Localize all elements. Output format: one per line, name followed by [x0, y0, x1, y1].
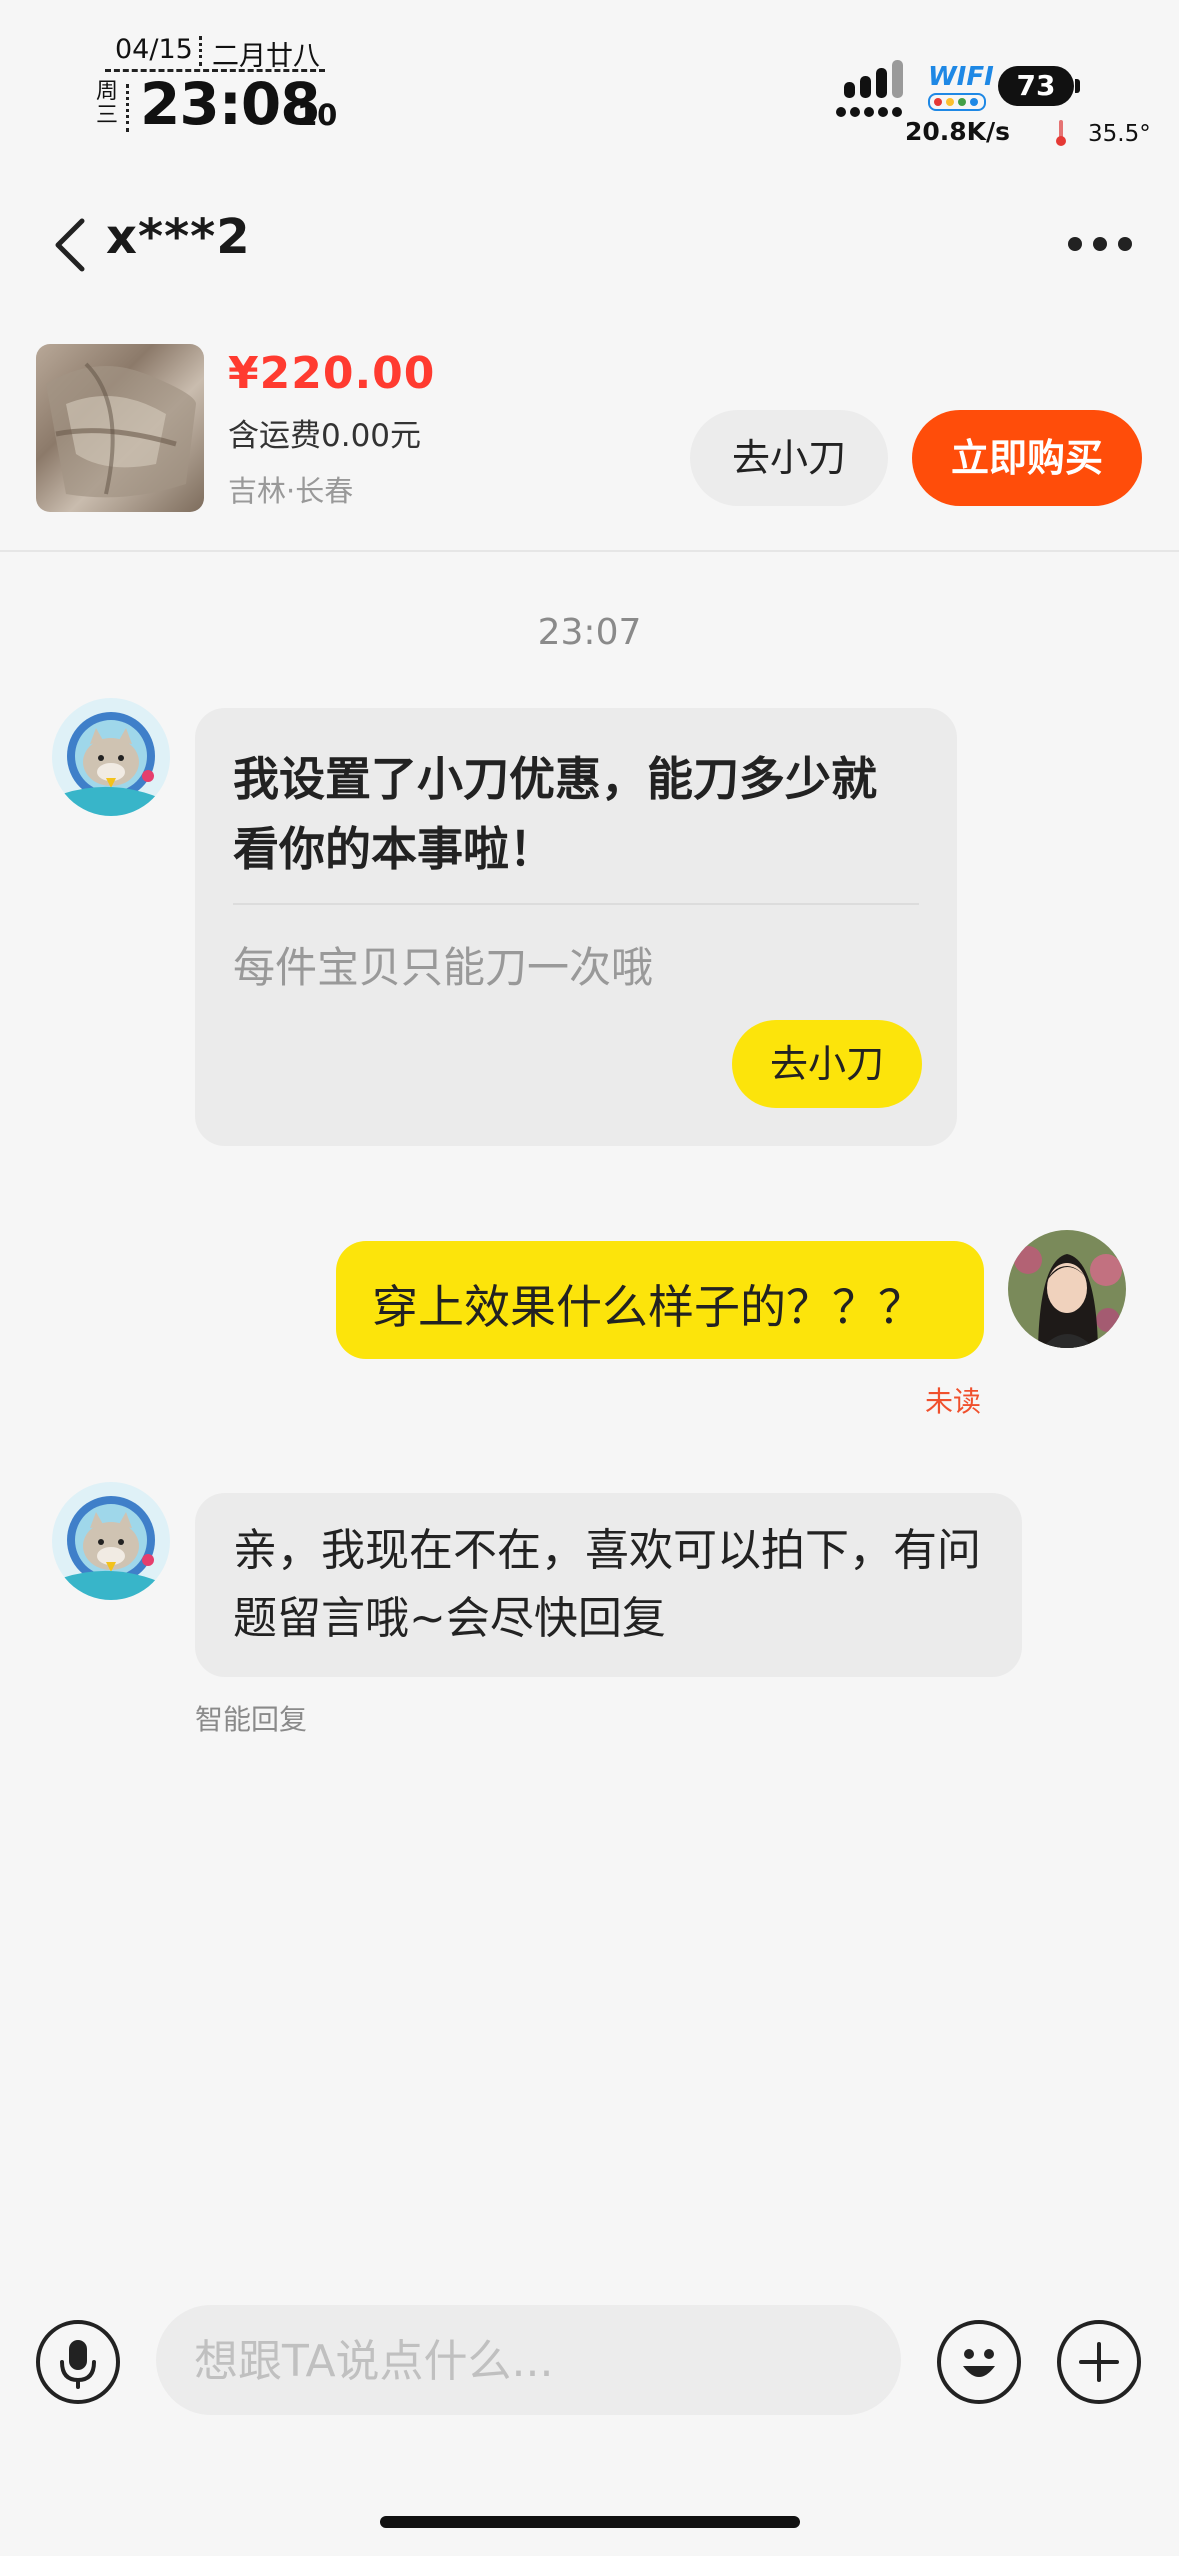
status-seconds: 10 — [297, 98, 338, 132]
seller-avatar[interactable] — [52, 1482, 170, 1600]
more-horizontal-icon[interactable] — [1068, 235, 1134, 255]
signal-icon — [836, 60, 906, 120]
bargain-card-title: 我设置了小刀优惠，能刀多少就看你的本事啦！ — [233, 752, 877, 876]
status-lunar-date: 二月廿八 — [212, 41, 320, 72]
status-time: 23:08 — [140, 70, 321, 138]
product-thumbnail[interactable] — [36, 344, 204, 512]
product-location: 吉林·长春 — [228, 474, 354, 508]
status-date: 04/15 — [115, 34, 193, 65]
user-avatar[interactable] — [1008, 1230, 1126, 1348]
status-divider — [199, 36, 202, 66]
chevron-left-icon[interactable] — [48, 213, 98, 277]
product-price: ¥220.00 — [228, 348, 436, 399]
outgoing-message-text: 穿上效果什么样子的？？？ — [372, 1280, 924, 1334]
read-status: 未读 — [925, 1385, 982, 1418]
auto-reply-text: 亲，我现在不在，喜欢可以拍下，有问题留言哦~会尽快回复 — [233, 1525, 981, 1644]
bargain-card-subtitle: 每件宝贝只能刀一次哦 — [233, 943, 654, 992]
home-indicator[interactable] — [380, 2516, 800, 2528]
battery-icon: 73 — [998, 66, 1074, 106]
message-input[interactable] — [192, 2305, 876, 2417]
message-input-box[interactable] — [156, 2305, 901, 2417]
product-shipping: 含运费0.00元 — [228, 418, 422, 454]
auto-reply-message: 亲，我现在不在，喜欢可以拍下，有问题留言哦~会尽快回复 — [195, 1493, 1022, 1677]
status-divider — [126, 84, 129, 132]
network-speed: 20.8K/s — [905, 117, 1011, 146]
battery-tip — [1075, 79, 1080, 93]
message-timestamp: 23:07 — [537, 612, 642, 653]
bargain-card-button[interactable]: 去小刀 — [732, 1020, 922, 1108]
chat-header: x***2 — [0, 195, 1179, 295]
microphone-icon[interactable] — [36, 2320, 120, 2404]
thermometer-icon — [1056, 120, 1066, 146]
product-card: ¥220.00 含运费0.00元 吉林·长春 去小刀 立即购买 — [0, 330, 1179, 552]
buy-now-button[interactable]: 立即购买 — [912, 410, 1142, 506]
emoji-icon[interactable] — [937, 2320, 1021, 2404]
bargain-card-message: 我设置了小刀优惠，能刀多少就看你的本事啦！ 每件宝贝只能刀一次哦 去小刀 — [195, 708, 957, 1146]
temperature: 35.5° — [1088, 121, 1151, 147]
chat-partner-name[interactable]: x***2 — [106, 209, 251, 265]
seller-avatar[interactable] — [52, 698, 170, 816]
wifi-label: WIFI — [928, 62, 994, 92]
wifi-icon — [928, 93, 986, 111]
status-weekday: 周三 — [96, 79, 119, 128]
plus-icon[interactable] — [1057, 2320, 1141, 2404]
status-bar: 04/15 二月廿八 周三 23:08 10 WIFI 20.8K/s 73 3… — [0, 0, 1179, 170]
bargain-button[interactable]: 去小刀 — [690, 410, 888, 506]
auto-reply-label: 智能回复 — [195, 1703, 308, 1736]
card-divider — [233, 903, 919, 905]
outgoing-message: 穿上效果什么样子的？？？ — [336, 1241, 984, 1359]
